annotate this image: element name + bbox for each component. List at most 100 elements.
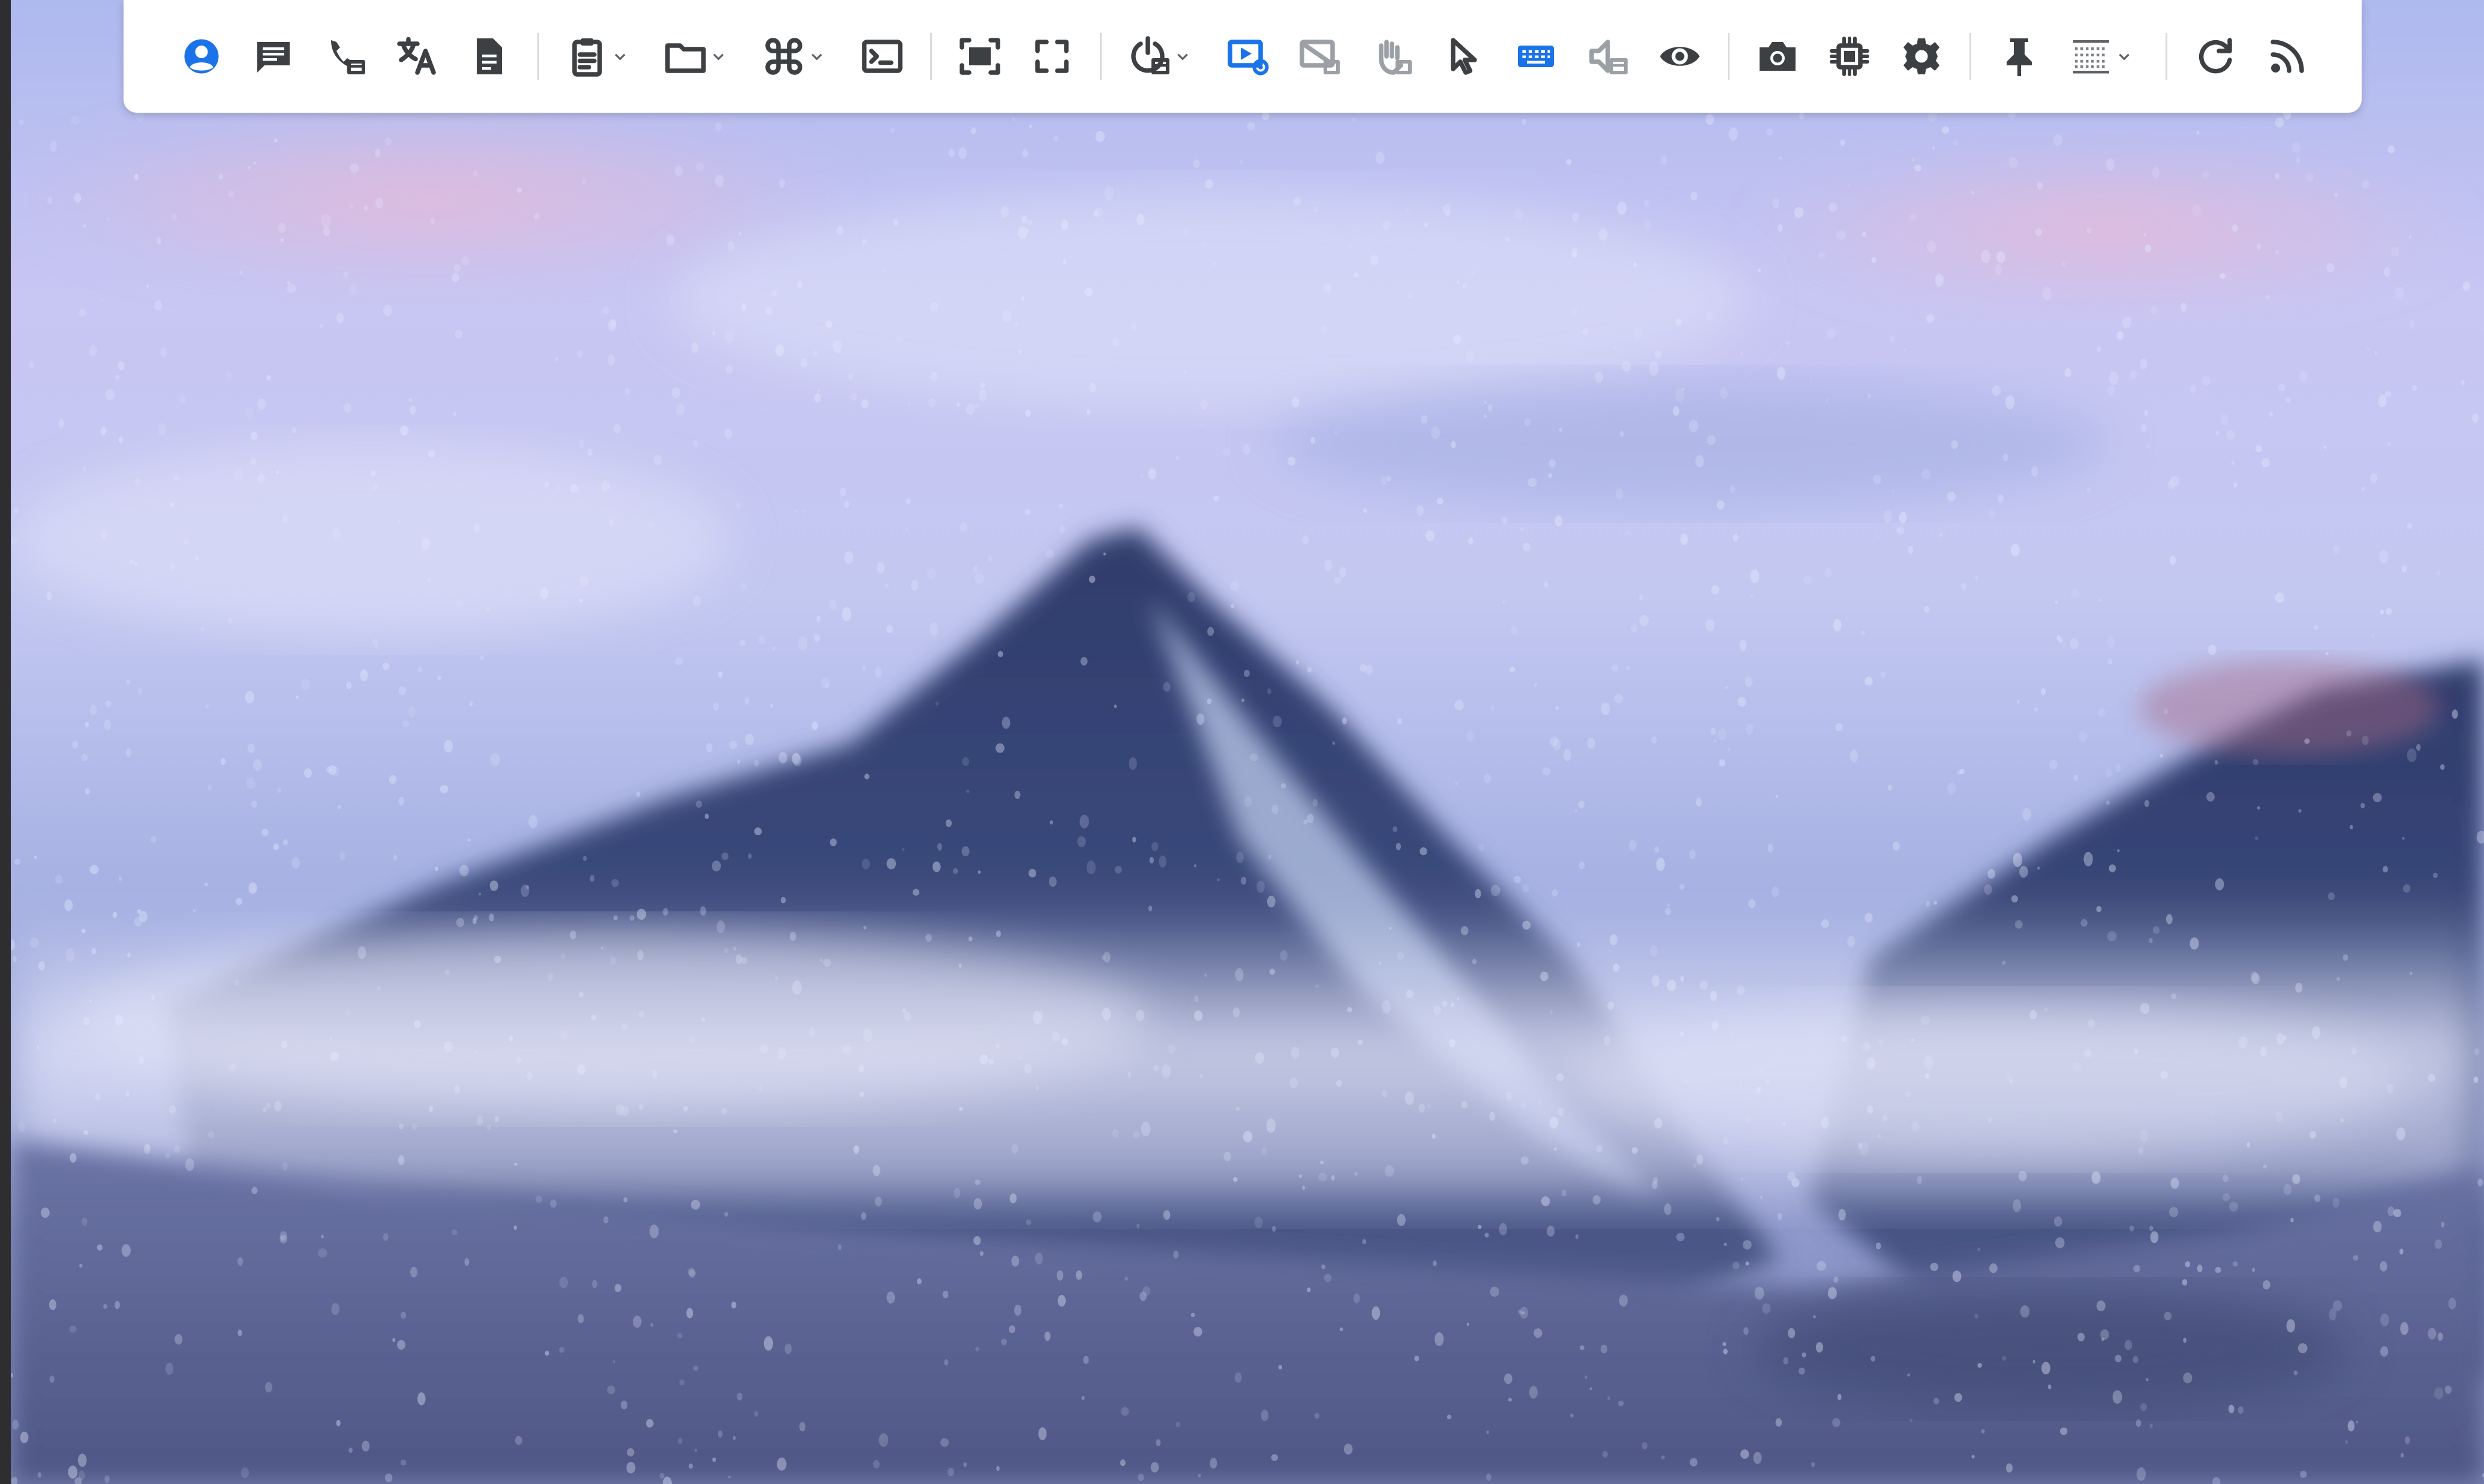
raindrop	[89, 345, 97, 357]
keyboard-button[interactable]	[1500, 20, 1572, 92]
raindrop	[1235, 968, 1244, 982]
clipboard-menu-button[interactable]	[551, 20, 649, 92]
raindrop	[55, 875, 63, 884]
refresh-button[interactable]	[2179, 20, 2251, 92]
raindrop	[2409, 235, 2412, 239]
pin-icon	[2007, 38, 2032, 76]
raindrop	[1827, 328, 1836, 339]
terminal-button[interactable]	[846, 20, 918, 92]
block-input-button[interactable]	[1356, 20, 1428, 92]
translate-button[interactable]	[381, 20, 453, 92]
raindrop	[160, 347, 167, 357]
raindrop	[996, 1465, 1000, 1471]
raindrop	[1086, 860, 1096, 875]
raindrop	[608, 320, 616, 332]
raindrop	[609, 519, 614, 526]
screenshot-button[interactable]	[1742, 20, 1814, 92]
raindrop	[29, 937, 39, 949]
raindrop	[1730, 1031, 1734, 1038]
raindrop	[1307, 814, 1314, 823]
raindrop	[89, 865, 99, 874]
raindrop	[146, 284, 149, 288]
raindrop	[2060, 1427, 2068, 1435]
display-settings-button[interactable]	[1212, 20, 1284, 92]
view-only-button[interactable]	[1644, 20, 1716, 92]
raindrop	[592, 1280, 597, 1289]
raindrop	[2350, 824, 2353, 830]
raindrop	[151, 994, 155, 1000]
pin-toolbar-button[interactable]	[1983, 20, 2055, 92]
raindrop	[797, 281, 803, 288]
raindrop	[2169, 555, 2176, 565]
raindrop	[1348, 242, 1353, 249]
raindrop	[1947, 782, 1956, 795]
raindrop	[953, 868, 958, 874]
raindrop	[1471, 271, 1475, 276]
raindrop	[837, 225, 843, 236]
switch-display-button[interactable]	[1284, 20, 1356, 92]
raindrop	[2283, 1184, 2292, 1196]
raindrop	[82, 1217, 88, 1226]
raindrop	[2206, 792, 2215, 802]
raindrop	[1921, 469, 1931, 480]
raindrop	[775, 344, 784, 357]
raindrop	[621, 1023, 628, 1030]
raindrop	[1405, 1091, 1414, 1105]
raindrop	[2297, 1343, 2308, 1354]
raindrop	[557, 484, 561, 490]
user-button[interactable]	[166, 20, 237, 92]
raindrop	[1217, 878, 1220, 881]
raindrop	[1766, 1079, 1770, 1083]
fullscreen-button[interactable]	[1016, 20, 1088, 92]
raindrop	[1676, 318, 1682, 326]
raindrop	[712, 332, 715, 335]
raindrop	[917, 1278, 922, 1284]
file-transfer-menu-button[interactable]	[649, 20, 748, 92]
remote-desktop-view[interactable]	[11, 0, 2484, 1484]
raindrop	[1836, 230, 1846, 240]
raindrop	[1035, 1253, 1043, 1265]
raindrop	[1941, 126, 1949, 134]
raindrop	[2229, 1202, 2239, 1212]
audio-button[interactable]	[1572, 20, 1644, 92]
raindrop	[2386, 1083, 2393, 1094]
raindrop	[74, 192, 82, 203]
raindrop	[1710, 727, 1716, 735]
shortcut-keys-menu-button[interactable]	[748, 20, 846, 92]
settings-button[interactable]	[1885, 20, 1957, 92]
raindrop	[20, 1431, 29, 1443]
raindrop	[2143, 233, 2147, 237]
raindrop	[115, 1301, 121, 1310]
raindrop	[400, 425, 409, 436]
raindrop	[412, 1123, 417, 1130]
raindrop	[17, 1121, 25, 1133]
raindrop	[2098, 598, 2101, 602]
voice-call-button[interactable]	[309, 20, 381, 92]
raindrop	[731, 1301, 736, 1309]
rss-button[interactable]	[2251, 20, 2323, 92]
image-quality-menu-button[interactable]	[2055, 20, 2154, 92]
power-action-menu-button[interactable]	[1114, 20, 1212, 92]
raindrop	[2295, 982, 2303, 993]
raindrop	[1267, 688, 1271, 694]
cursor-button[interactable]	[1428, 20, 1500, 92]
fit-screen-button[interactable]	[944, 20, 1016, 92]
raindrop	[1719, 759, 1725, 767]
chat-button[interactable]	[237, 20, 309, 92]
raindrop	[2145, 1377, 2149, 1381]
raindrop	[274, 1101, 282, 1112]
raindrop	[1554, 1147, 1557, 1151]
raindrop	[2096, 1300, 2106, 1311]
raindrop	[968, 936, 973, 942]
raindrop	[2394, 287, 2404, 300]
raindrop	[1514, 875, 1521, 884]
raindrop	[1486, 1473, 1491, 1481]
raindrop	[765, 306, 773, 315]
document-button[interactable]	[453, 20, 525, 92]
raindrop	[239, 270, 242, 275]
raindrop	[2345, 1440, 2348, 1444]
system-info-button[interactable]	[1814, 20, 1885, 92]
raindrop	[459, 865, 469, 877]
raindrop	[2378, 394, 2387, 408]
raindrop	[265, 1382, 273, 1393]
